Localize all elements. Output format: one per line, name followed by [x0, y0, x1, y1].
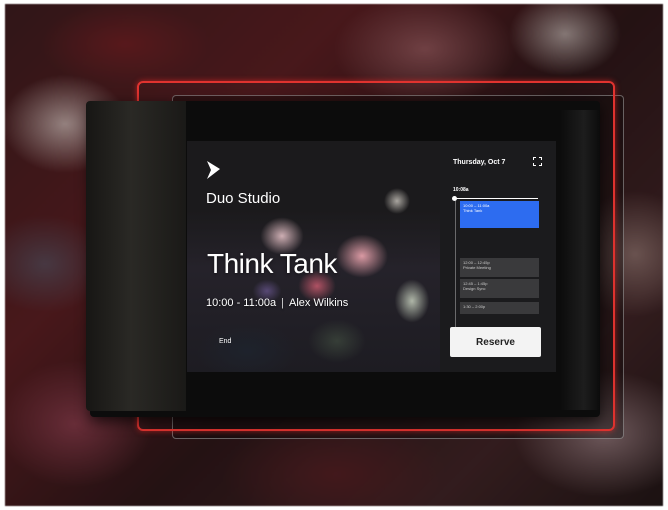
- chevron-logo-icon: [207, 161, 220, 179]
- meeting-meta: 10:00 - 11:00a | Alex Wilkins: [206, 297, 348, 309]
- current-time-dot: [452, 196, 457, 201]
- timeline-rail: [455, 199, 456, 329]
- meeting-time: 10:00 - 11:00a: [206, 297, 277, 309]
- schedule-event[interactable]: 12:00 – 12:45p Private Meeting: [460, 258, 539, 277]
- expand-grid-icon[interactable]: [533, 157, 542, 166]
- schedule-sidebar: Thursday, Oct 7 10:08a 10:00 – 11:00a Th…: [440, 141, 556, 372]
- reserve-button[interactable]: Reserve: [450, 327, 541, 357]
- meeting-title: Think Tank: [207, 248, 337, 279]
- schedule-date: Thursday, Oct 7: [453, 159, 506, 166]
- end-meeting-button[interactable]: End: [219, 338, 231, 345]
- meta-separator: |: [281, 297, 284, 309]
- schedule-event[interactable]: 12:45 – 1:45p Design Sync: [460, 279, 539, 298]
- meeting-panel: Duo Studio Think Tank 10:00 - 11:00a | Ale…: [187, 141, 440, 372]
- booking-screen: Duo Studio Think Tank 10:00 - 11:00a | Ale…: [187, 141, 556, 372]
- room-name: Duo Studio: [206, 190, 281, 207]
- event-title: Think Tank: [463, 208, 483, 213]
- screen-glare: [560, 110, 600, 410]
- meeting-organizer: Alex Wilkins: [289, 297, 349, 309]
- current-time: 10:08a: [453, 187, 469, 193]
- device-side-bezel: [86, 101, 186, 411]
- schedule-event-current[interactable]: 10:00 – 11:00a Think Tank: [460, 201, 539, 228]
- event-time: 1:30 – 2:00p: [463, 304, 486, 309]
- current-time-line: [453, 198, 538, 199]
- event-title: Private Meeting: [463, 265, 491, 270]
- event-title: Design Sync: [463, 286, 486, 291]
- schedule-event[interactable]: 1:30 – 2:00p: [460, 302, 539, 314]
